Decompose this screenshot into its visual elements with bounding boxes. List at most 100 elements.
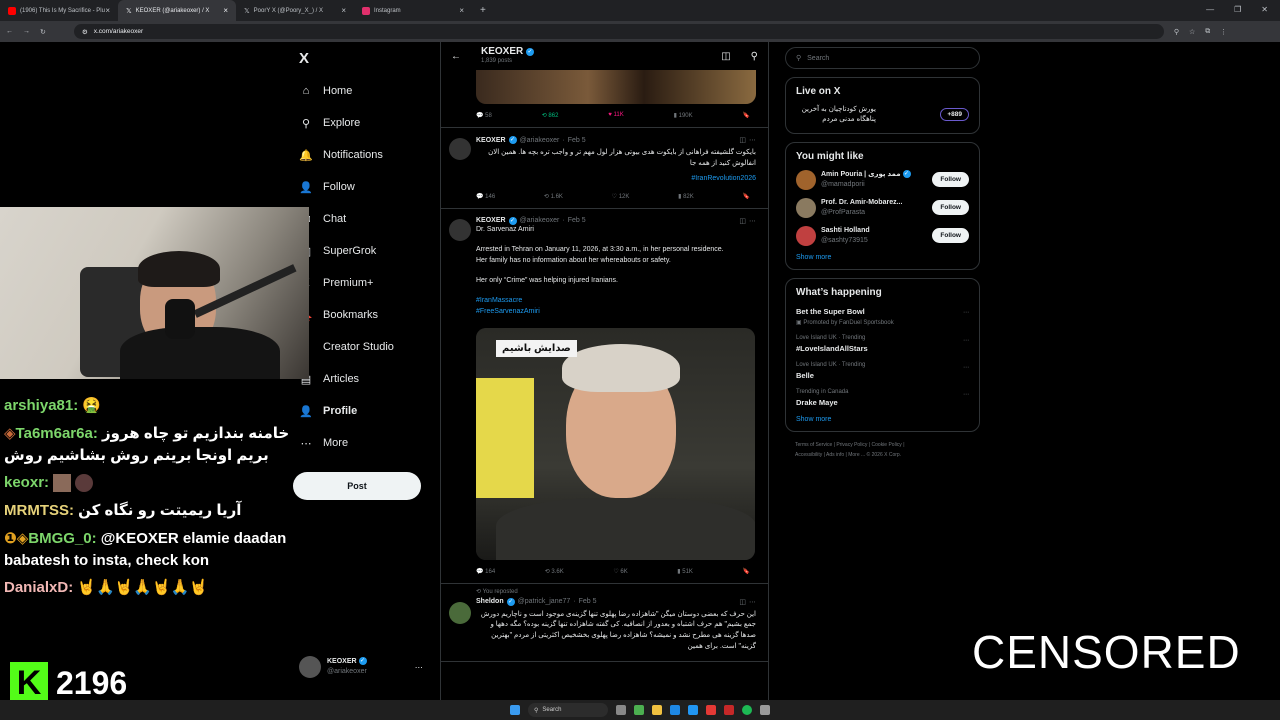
search-icon[interactable]: ⚲ <box>751 51 758 62</box>
more-dots-icon[interactable]: ⋯ <box>963 364 969 371</box>
more-dots-icon[interactable]: ⋯ <box>963 337 969 344</box>
taskbar-search[interactable]: ⚲ Search <box>528 703 608 717</box>
nav-item-home[interactable]: ⌂ Home <box>299 84 353 98</box>
trend-item[interactable]: Love Island UK · Trending Belle ⋯ <box>796 362 969 380</box>
suggested-user[interactable]: Sashti Holland @sashty73915 Follow <box>796 225 969 246</box>
hashtag-link[interactable]: #IranMassacre <box>476 296 756 307</box>
views-button[interactable]: ▮ 82K <box>678 193 694 200</box>
tweet-image[interactable] <box>476 70 756 104</box>
close-icon[interactable]: × <box>105 6 110 15</box>
account-switcher[interactable]: KEOXER ✓ @ariakeoxer ⋯ <box>299 656 423 678</box>
show-more-link[interactable]: Show more <box>796 254 969 261</box>
views-button[interactable]: ▮ 190K <box>674 112 693 119</box>
close-icon[interactable]: × <box>341 6 346 15</box>
search-input[interactable]: ⚲ Search <box>785 47 980 69</box>
browser-tab[interactable]: Instagram × <box>354 0 472 21</box>
tweet-date[interactable]: Feb 5 <box>568 217 586 224</box>
live-item[interactable]: یورش کودتاچیان به آخرین پناهگاه مدنی مرد… <box>796 105 969 125</box>
settings-icon[interactable] <box>760 705 770 715</box>
reply-button[interactable]: 💬 164 <box>476 568 495 575</box>
browser-tab[interactable]: (1906) This Is My Sacrifice - Plu × <box>0 0 118 21</box>
show-more-link[interactable]: Show more <box>796 416 969 423</box>
tweet-handle[interactable]: @ariakeoxer <box>520 217 560 224</box>
edge-icon[interactable] <box>670 705 680 715</box>
task-view-icon[interactable] <box>616 705 626 715</box>
url-input[interactable]: ⚙ x.com/ariakeoxer <box>73 24 1164 39</box>
menu-icon[interactable]: ⋮ <box>1220 28 1227 36</box>
zoom-icon[interactable]: ⚲ <box>1174 28 1179 36</box>
x-logo[interactable]: X <box>299 50 309 67</box>
tweet-date[interactable]: Feb 5 <box>568 137 586 144</box>
follow-button[interactable]: Follow <box>932 172 969 188</box>
hashtag-link[interactable]: #IranRevolution2026 <box>476 174 756 185</box>
browser-tab-active[interactable]: 𝕏 KEOXER (@ariakeoxer) / X × <box>118 0 236 21</box>
trend-item[interactable]: Trending in Canada Drake Maye ⋯ <box>796 389 969 407</box>
reply-button[interactable]: 💬 146 <box>476 193 495 200</box>
spotify-icon[interactable] <box>742 705 752 715</box>
trend-item[interactable]: Love Island UK · Trending #LoveIslandAllS… <box>796 335 969 353</box>
tweet-handle[interactable]: @ariakeoxer <box>520 137 560 144</box>
bookmark-star-icon[interactable]: ☆ <box>1189 28 1195 36</box>
site-info-icon[interactable]: ⚙ <box>82 28 88 36</box>
bookmark-icon[interactable]: 🔖 <box>743 568 750 575</box>
minimize-icon[interactable]: — <box>1206 5 1214 14</box>
nav-item-bookmarks[interactable]: 🔖Bookmarks <box>299 308 378 322</box>
maximize-icon[interactable]: ❐ <box>1234 5 1241 14</box>
browser-tab[interactable]: 𝕏 PoorY X (@Poory_X_) / X × <box>236 0 354 21</box>
suggested-user[interactable]: Prof. Dr. Amir-Mobarez... @ProfParasta Fo… <box>796 197 969 218</box>
nav-item-explore[interactable]: ⚲ Explore <box>299 116 360 130</box>
nav-item-premium[interactable]: XPremium+ <box>299 276 373 290</box>
more-dots-icon[interactable]: ⋯ <box>963 391 969 398</box>
app-icon[interactable] <box>706 705 716 715</box>
forward-icon[interactable]: → <box>23 28 30 35</box>
tweet-date[interactable]: Feb 5 <box>579 598 597 605</box>
back-icon[interactable]: ← <box>6 28 13 35</box>
grok-icon[interactable]: ◫ <box>739 136 746 144</box>
views-button[interactable]: ▮ 51K <box>677 568 693 575</box>
tweet[interactable]: ⟲ You reposted Sheldon ✓ @patrick_jane77… <box>441 584 768 662</box>
tweet-handle[interactable]: @patrick_jane77 <box>518 598 571 605</box>
tweet-author[interactable]: KEOXER <box>476 217 506 224</box>
hashtag-link[interactable]: #FreeSarvenazAmiri <box>476 307 756 318</box>
store-icon[interactable] <box>688 705 698 715</box>
back-arrow-icon[interactable]: ← <box>451 51 461 62</box>
new-tab-button[interactable]: + <box>472 5 494 16</box>
nav-item-follow[interactable]: 👤 Follow <box>299 180 355 194</box>
reload-icon[interactable]: ↻ <box>40 28 46 36</box>
nav-item-notifications[interactable]: 🔔 Notifications <box>299 148 383 162</box>
follow-button[interactable]: Follow <box>932 200 969 216</box>
extensions-icon[interactable]: ⧉ <box>1205 28 1210 36</box>
chrome-icon[interactable] <box>634 705 644 715</box>
footer-link[interactable]: Ads info <box>826 452 844 458</box>
tweet[interactable]: KEOXER ✓ @ariakeoxer · Feb 5 ◫ ⋯ Dr. Sar… <box>441 209 768 584</box>
repost-button[interactable]: ⟲ 862 <box>542 112 559 119</box>
grok-icon[interactable]: ◫ <box>739 217 746 225</box>
like-button[interactable]: ♡ 6K <box>613 568 627 575</box>
reply-button[interactable]: 💬 58 <box>476 112 492 119</box>
footer-link[interactable]: Terms of Service <box>795 442 832 448</box>
grok-icon[interactable]: ◫ <box>721 51 730 62</box>
footer-link[interactable]: More ... <box>848 452 865 458</box>
live-listeners-badge[interactable]: +889 <box>940 108 969 122</box>
tweet[interactable]: 💬 58 ⟲ 862 ♥ 11K ▮ 190K 🔖 <box>441 70 768 128</box>
more-dots-icon[interactable]: ⋯ <box>415 663 423 672</box>
repost-button[interactable]: ⟲ 1.6K <box>544 193 563 200</box>
more-dots-icon[interactable]: ⋯ <box>963 309 969 316</box>
close-window-icon[interactable]: ✕ <box>1261 5 1268 14</box>
follow-button[interactable]: Follow <box>932 228 969 244</box>
footer-link[interactable]: Cookie Policy <box>872 442 902 448</box>
close-icon[interactable]: × <box>459 6 464 15</box>
more-dots-icon[interactable]: ⋯ <box>749 598 756 606</box>
repost-button[interactable]: ⟲ 3.6K <box>545 568 564 575</box>
footer-link[interactable]: Privacy Policy <box>836 442 867 448</box>
bookmark-icon[interactable]: 🔖 <box>743 112 750 119</box>
tweet-photo[interactable]: صدایش باشیم <box>476 327 755 560</box>
tweet[interactable]: KEOXER ✓ @ariakeoxer · Feb 5 ◫ ⋯ بایکوت … <box>441 128 768 209</box>
trend-item[interactable]: Bet the Super Bowl ▣ Promoted by FanDuel … <box>796 307 969 326</box>
grok-icon[interactable]: ◫ <box>739 598 746 606</box>
bookmark-icon[interactable]: 🔖 <box>742 193 749 200</box>
footer-link[interactable]: Accessibility <box>795 452 822 458</box>
like-button[interactable]: ♥ 11K <box>608 112 623 119</box>
file-explorer-icon[interactable] <box>652 705 662 715</box>
like-button[interactable]: ♡ 12K <box>612 193 630 200</box>
